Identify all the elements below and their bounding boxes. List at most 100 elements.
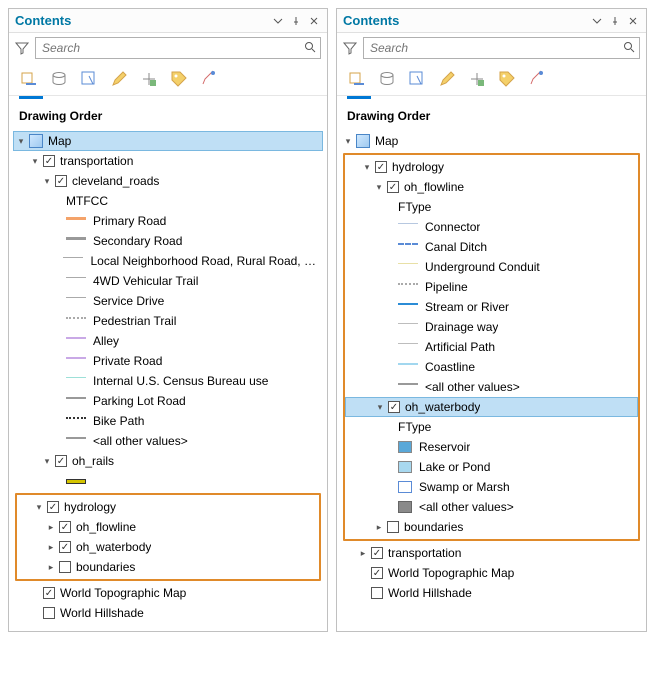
caret-down-icon[interactable]: ▾ xyxy=(375,402,385,412)
symbol-class[interactable]: Bike Path xyxy=(13,411,323,431)
list-by-selection-icon[interactable] xyxy=(79,69,99,89)
symbol-class[interactable]: Canal Ditch xyxy=(345,237,638,257)
symbol-class[interactable]: Artificial Path xyxy=(345,337,638,357)
layer-oh-flowline[interactable]: ▸ ✓ oh_flowline xyxy=(17,517,319,537)
options-chevron-icon[interactable] xyxy=(590,14,604,28)
list-by-snapping-icon[interactable] xyxy=(467,69,487,89)
search-icon[interactable] xyxy=(304,41,316,56)
list-by-selection-icon[interactable] xyxy=(407,69,427,89)
symbol-class[interactable]: Reservoir xyxy=(345,437,638,457)
caret-right-icon[interactable]: ▸ xyxy=(46,542,56,552)
caret-down-icon[interactable]: ▾ xyxy=(42,176,52,186)
symbol-class[interactable]: Local Neighborhood Road, Rural Road, Cit… xyxy=(13,251,323,271)
group-transportation[interactable]: ▸ ✓ transportation xyxy=(341,543,642,563)
symbol-class[interactable]: <all other values> xyxy=(345,377,638,397)
checkbox[interactable]: ✓ xyxy=(388,401,400,413)
checkbox[interactable]: ✓ xyxy=(59,521,71,533)
caret-down-icon[interactable]: ▾ xyxy=(374,182,384,192)
layer-oh-waterbody[interactable]: ▾ ✓ oh_waterbody xyxy=(345,397,638,417)
checkbox[interactable]: ✓ xyxy=(47,501,59,513)
checkbox[interactable] xyxy=(59,561,71,573)
checkbox[interactable]: ✓ xyxy=(43,587,55,599)
layer-oh-waterbody[interactable]: ▸ ✓ oh_waterbody xyxy=(17,537,319,557)
symbol-class[interactable]: Connector xyxy=(345,217,638,237)
caret-right-icon[interactable]: ▸ xyxy=(46,522,56,532)
checkbox[interactable]: ✓ xyxy=(55,175,67,187)
list-by-drawing-order-icon[interactable] xyxy=(19,69,39,89)
list-by-source-icon[interactable] xyxy=(377,69,397,89)
checkbox[interactable] xyxy=(43,607,55,619)
filter-icon[interactable] xyxy=(343,41,357,55)
search-box[interactable] xyxy=(363,37,640,59)
checkbox[interactable]: ✓ xyxy=(59,541,71,553)
checkbox[interactable]: ✓ xyxy=(371,567,383,579)
list-by-perspective-icon[interactable] xyxy=(199,69,219,89)
caret-right-icon[interactable]: ▸ xyxy=(358,548,368,558)
symbol-class[interactable]: Pedestrian Trail xyxy=(13,311,323,331)
caret-down-icon[interactable]: ▾ xyxy=(16,136,26,146)
group-hydrology[interactable]: ▾ ✓ hydrology xyxy=(17,497,319,517)
pin-icon[interactable] xyxy=(608,14,622,28)
close-icon[interactable] xyxy=(626,14,640,28)
checkbox[interactable]: ✓ xyxy=(55,455,67,467)
checkbox[interactable]: ✓ xyxy=(375,161,387,173)
layer-oh-flowline[interactable]: ▾ ✓ oh_flowline xyxy=(345,177,638,197)
list-by-perspective-icon[interactable] xyxy=(527,69,547,89)
caret-right-icon[interactable]: ▸ xyxy=(46,562,56,572)
list-by-labeling-icon[interactable] xyxy=(169,69,189,89)
pin-icon[interactable] xyxy=(289,14,303,28)
group-hydrology[interactable]: ▾ ✓ hydrology xyxy=(345,157,638,177)
caret-down-icon[interactable]: ▾ xyxy=(362,162,372,172)
symbol-class[interactable]: Parking Lot Road xyxy=(13,391,323,411)
map-node[interactable]: ▾ Map xyxy=(341,131,642,151)
search-input[interactable] xyxy=(368,40,623,56)
layer-cleveland-roads[interactable]: ▾ ✓ cleveland_roads xyxy=(13,171,323,191)
list-by-snapping-icon[interactable] xyxy=(139,69,159,89)
symbol-class[interactable]: <all other values> xyxy=(13,431,323,451)
symbol-class[interactable]: 4WD Vehicular Trail xyxy=(13,271,323,291)
symbol-class[interactable]: Swamp or Marsh xyxy=(345,477,638,497)
list-by-editing-icon[interactable] xyxy=(437,69,457,89)
options-chevron-icon[interactable] xyxy=(271,14,285,28)
layer-world-hillshade[interactable]: ▸ World Hillshade xyxy=(341,583,642,603)
caret-down-icon[interactable]: ▾ xyxy=(343,136,353,146)
symbol-class[interactable]: Lake or Pond xyxy=(345,457,638,477)
symbol-class[interactable]: Drainage way xyxy=(345,317,638,337)
search-icon[interactable] xyxy=(623,41,635,56)
symbol-class[interactable]: <all other values> xyxy=(345,497,638,517)
close-icon[interactable] xyxy=(307,14,321,28)
symbol-class[interactable]: Service Drive xyxy=(13,291,323,311)
checkbox[interactable] xyxy=(371,587,383,599)
list-by-editing-icon[interactable] xyxy=(109,69,129,89)
search-input[interactable] xyxy=(40,40,304,56)
layer-world-hillshade[interactable]: ▸ World Hillshade xyxy=(13,603,323,623)
list-by-labeling-icon[interactable] xyxy=(497,69,517,89)
checkbox[interactable] xyxy=(387,521,399,533)
checkbox[interactable]: ✓ xyxy=(371,547,383,559)
caret-down-icon[interactable]: ▾ xyxy=(42,456,52,466)
checkbox[interactable]: ✓ xyxy=(43,155,55,167)
caret-right-icon[interactable]: ▸ xyxy=(374,522,384,532)
layer-world-topo[interactable]: ▸ ✓ World Topographic Map xyxy=(341,563,642,583)
symbol-class[interactable]: Alley xyxy=(13,331,323,351)
layer-oh-rails[interactable]: ▾ ✓ oh_rails xyxy=(13,451,323,471)
symbol-class[interactable]: Secondary Road xyxy=(13,231,323,251)
symbol-class[interactable]: Coastline xyxy=(345,357,638,377)
group-transportation[interactable]: ▾ ✓ transportation xyxy=(13,151,323,171)
layer-boundaries[interactable]: ▸ boundaries xyxy=(345,517,638,537)
symbol-class[interactable]: Primary Road xyxy=(13,211,323,231)
layer-boundaries[interactable]: ▸ boundaries xyxy=(17,557,319,577)
map-node[interactable]: ▾ Map xyxy=(13,131,323,151)
list-by-drawing-order-icon[interactable] xyxy=(347,69,367,89)
list-by-source-icon[interactable] xyxy=(49,69,69,89)
caret-down-icon[interactable]: ▾ xyxy=(30,156,40,166)
symbol-class[interactable]: Underground Conduit xyxy=(345,257,638,277)
symbol-class[interactable]: Pipeline xyxy=(345,277,638,297)
filter-icon[interactable] xyxy=(15,41,29,55)
caret-down-icon[interactable]: ▾ xyxy=(34,502,44,512)
layer-world-topo[interactable]: ▸ ✓ World Topographic Map xyxy=(13,583,323,603)
search-box[interactable] xyxy=(35,37,321,59)
symbol-class[interactable]: Internal U.S. Census Bureau use xyxy=(13,371,323,391)
symbol-class[interactable]: Stream or River xyxy=(345,297,638,317)
symbol-class[interactable]: Private Road xyxy=(13,351,323,371)
